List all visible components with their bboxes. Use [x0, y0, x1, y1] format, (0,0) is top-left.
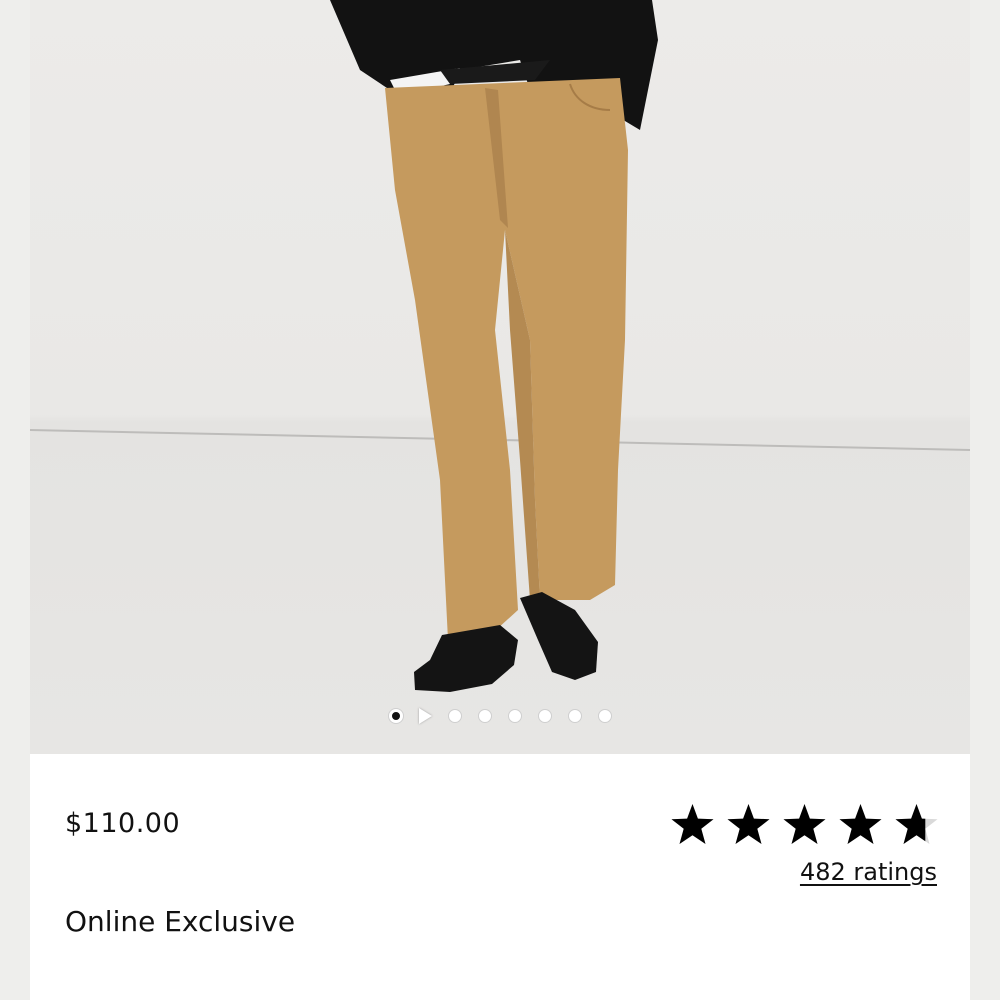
- star-rating[interactable]: [670, 803, 939, 847]
- product-photo: [30, 0, 970, 692]
- gallery-dot-3[interactable]: [477, 709, 492, 723]
- product-image-gallery[interactable]: [30, 0, 970, 754]
- product-card: $110.00 Online Exclusive 482 ratings: [30, 0, 970, 1000]
- gallery-dot-6[interactable]: [567, 709, 582, 723]
- play-video-icon[interactable]: [418, 708, 432, 724]
- gallery-dot-5[interactable]: [537, 709, 552, 723]
- star-icon: [839, 804, 882, 844]
- star-icon: [671, 804, 714, 844]
- product-price: $110.00: [65, 808, 181, 839]
- ratings-count-link[interactable]: 482 ratings: [800, 858, 937, 886]
- online-exclusive-badge: Online Exclusive: [65, 905, 296, 938]
- star-icon: [783, 804, 826, 844]
- star-icon: [895, 804, 938, 844]
- gallery-dot-4[interactable]: [507, 709, 522, 723]
- gallery-pagination: [30, 705, 970, 727]
- gallery-dot-7[interactable]: [597, 709, 612, 723]
- gallery-dot-2[interactable]: [447, 709, 462, 723]
- gallery-dot-1[interactable]: [388, 709, 403, 723]
- star-icon: [727, 804, 770, 844]
